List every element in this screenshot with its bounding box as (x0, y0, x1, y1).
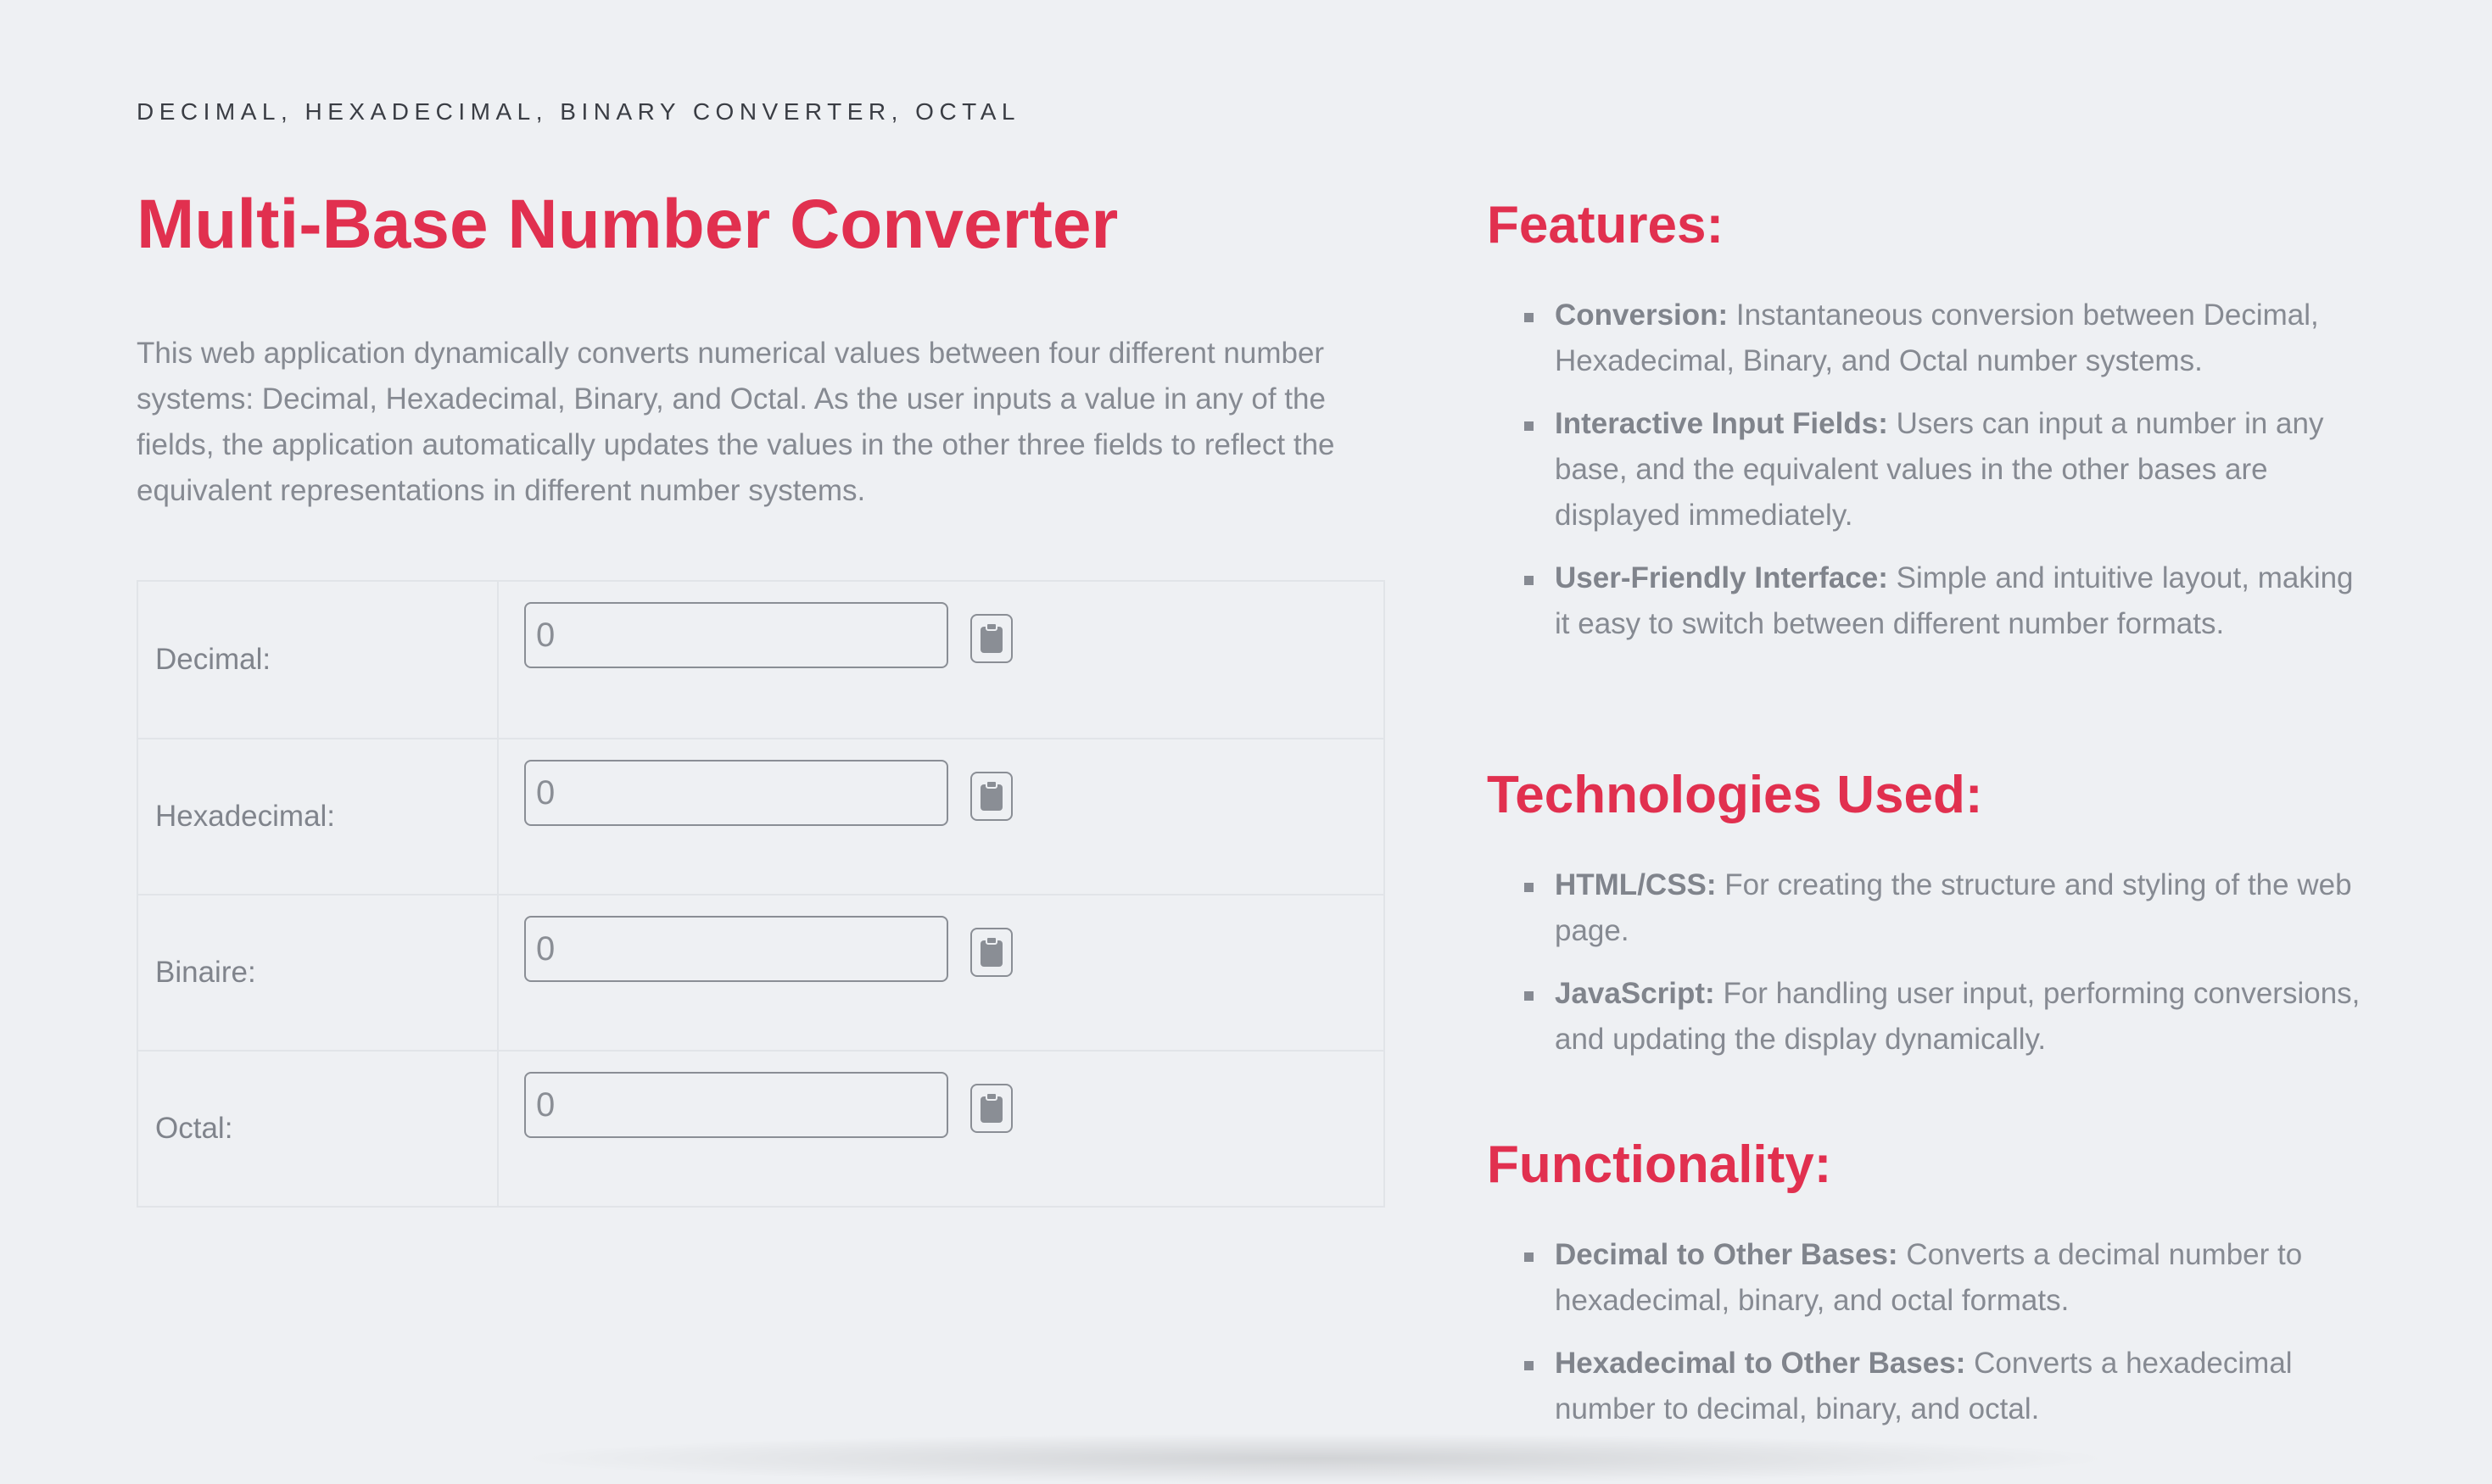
hexadecimal-label: Hexadecimal: (138, 739, 499, 894)
list-item: Interactive Input Fields: Users can inpu… (1487, 401, 2369, 538)
binary-input-cell (499, 895, 1383, 1050)
copy-hexadecimal-button[interactable] (970, 772, 1013, 821)
octal-label: Octal: (138, 1052, 499, 1206)
decimal-input-cell (499, 582, 1383, 738)
converter-row-binary: Binaire: (138, 894, 1383, 1050)
converter-row-octal: Octal: (138, 1050, 1383, 1206)
list-item: Conversion: Instantaneous conversion bet… (1487, 293, 2369, 384)
copy-decimal-button[interactable] (970, 614, 1013, 663)
list-item-term: User-Friendly Interface: (1555, 561, 1888, 594)
list-item-term: Conversion: (1555, 298, 1729, 332)
functionality-list: Decimal to Other Bases: Converts a decim… (1487, 1232, 2369, 1449)
clipboard-icon (981, 622, 1003, 653)
octal-input[interactable] (524, 1072, 948, 1138)
converter-table: Decimal: Hexadecimal: Binaire: (137, 580, 1385, 1208)
functionality-heading: Functionality: (1487, 1135, 1832, 1194)
list-item-term: HTML/CSS: (1555, 868, 1717, 901)
list-item-term: JavaScript: (1555, 977, 1715, 1010)
list-item-term: Hexadecimal to Other Bases: (1555, 1347, 1966, 1380)
list-item: Decimal to Other Bases: Converts a decim… (1487, 1232, 2369, 1324)
list-item-term: Interactive Input Fields: (1555, 407, 1888, 440)
hexadecimal-input-cell (499, 739, 1383, 894)
binary-input[interactable] (524, 916, 948, 982)
list-item-term: Decimal to Other Bases: (1555, 1238, 1898, 1271)
decimal-input[interactable] (524, 602, 948, 668)
page-title: Multi-Base Number Converter (137, 186, 1119, 263)
copy-binary-button[interactable] (970, 928, 1013, 977)
features-list: Conversion: Instantaneous conversion bet… (1487, 293, 2369, 664)
hexadecimal-input[interactable] (524, 760, 948, 826)
list-item: HTML/CSS: For creating the structure and… (1487, 862, 2369, 954)
list-item: JavaScript: For handling user input, per… (1487, 971, 2369, 1063)
page-eyebrow: DECIMAL, HEXADECIMAL, BINARY CONVERTER, … (137, 98, 1020, 125)
decimal-label: Decimal: (138, 582, 499, 738)
clipboard-icon (981, 780, 1003, 811)
technologies-heading: Technologies Used: (1487, 766, 1983, 824)
copy-octal-button[interactable] (970, 1084, 1013, 1133)
converter-row-hexadecimal: Hexadecimal: (138, 738, 1383, 894)
features-heading: Features: (1487, 196, 1724, 254)
intro-paragraph: This web application dynamically convert… (137, 337, 1335, 507)
list-item: User-Friendly Interface: Simple and intu… (1487, 555, 2369, 647)
technologies-list: HTML/CSS: For creating the structure and… (1487, 862, 2369, 1080)
list-item: Hexadecimal to Other Bases: Converts a h… (1487, 1341, 2369, 1432)
clipboard-icon (981, 1092, 1003, 1123)
converter-row-decimal: Decimal: (138, 582, 1383, 738)
scroll-shadow (509, 1433, 2120, 1484)
clipboard-icon (981, 936, 1003, 967)
octal-input-cell (499, 1052, 1383, 1206)
binary-label: Binaire: (138, 895, 499, 1050)
